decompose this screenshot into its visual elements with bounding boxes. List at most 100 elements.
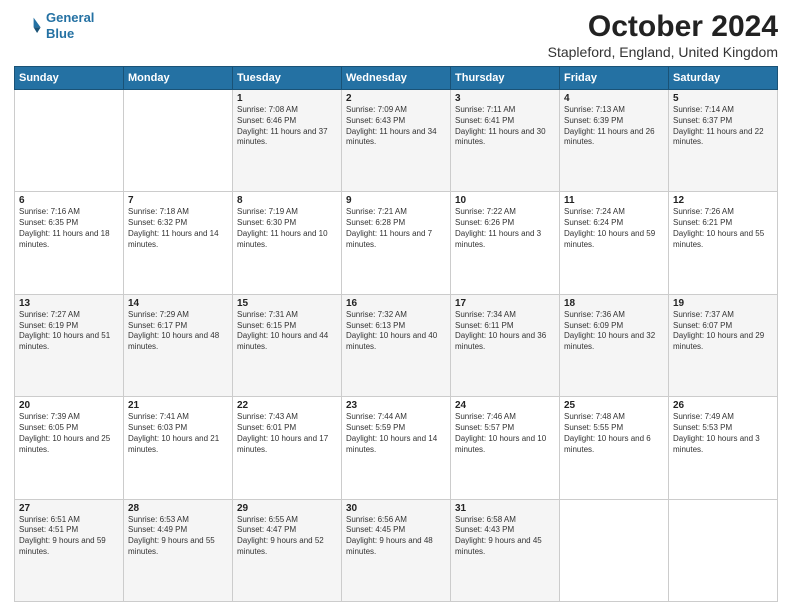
day-info-1-5: Sunrise: 7:24 AM Sunset: 6:24 PM Dayligh… [564, 207, 664, 250]
day-num-0-3: 2 [346, 93, 446, 104]
cell-1-2: 8Sunrise: 7:19 AM Sunset: 6:30 PM Daylig… [233, 192, 342, 294]
day-info-0-5: Sunrise: 7:13 AM Sunset: 6:39 PM Dayligh… [564, 105, 664, 148]
day-info-2-4: Sunrise: 7:34 AM Sunset: 6:11 PM Dayligh… [455, 310, 555, 353]
day-num-4-2: 29 [237, 503, 337, 514]
day-info-0-6: Sunrise: 7:14 AM Sunset: 6:37 PM Dayligh… [673, 105, 773, 148]
cell-2-6: 19Sunrise: 7:37 AM Sunset: 6:07 PM Dayli… [669, 294, 778, 396]
day-info-4-0: Sunrise: 6:51 AM Sunset: 4:51 PM Dayligh… [19, 515, 119, 558]
day-info-2-0: Sunrise: 7:27 AM Sunset: 6:19 PM Dayligh… [19, 310, 119, 353]
calendar-subtitle: Stapleford, England, United Kingdom [548, 44, 778, 60]
day-info-2-6: Sunrise: 7:37 AM Sunset: 6:07 PM Dayligh… [673, 310, 773, 353]
col-tuesday: Tuesday [233, 67, 342, 90]
cell-2-2: 15Sunrise: 7:31 AM Sunset: 6:15 PM Dayli… [233, 294, 342, 396]
col-friday: Friday [560, 67, 669, 90]
day-info-3-3: Sunrise: 7:44 AM Sunset: 5:59 PM Dayligh… [346, 412, 446, 455]
cell-4-5 [560, 499, 669, 601]
logo-icon [14, 12, 42, 40]
week-row-2: 13Sunrise: 7:27 AM Sunset: 6:19 PM Dayli… [15, 294, 778, 396]
day-info-1-0: Sunrise: 7:16 AM Sunset: 6:35 PM Dayligh… [19, 207, 119, 250]
day-info-1-1: Sunrise: 7:18 AM Sunset: 6:32 PM Dayligh… [128, 207, 228, 250]
day-info-3-2: Sunrise: 7:43 AM Sunset: 6:01 PM Dayligh… [237, 412, 337, 455]
day-num-0-2: 1 [237, 93, 337, 104]
day-info-2-2: Sunrise: 7:31 AM Sunset: 6:15 PM Dayligh… [237, 310, 337, 353]
cell-0-3: 2Sunrise: 7:09 AM Sunset: 6:43 PM Daylig… [342, 90, 451, 192]
day-num-0-6: 5 [673, 93, 773, 104]
day-num-1-6: 12 [673, 195, 773, 206]
day-num-3-0: 20 [19, 400, 119, 411]
week-row-1: 6Sunrise: 7:16 AM Sunset: 6:35 PM Daylig… [15, 192, 778, 294]
day-num-2-4: 17 [455, 298, 555, 309]
day-info-4-1: Sunrise: 6:53 AM Sunset: 4:49 PM Dayligh… [128, 515, 228, 558]
logo-line1: General [46, 10, 94, 26]
cell-2-3: 16Sunrise: 7:32 AM Sunset: 6:13 PM Dayli… [342, 294, 451, 396]
day-num-2-2: 15 [237, 298, 337, 309]
col-wednesday: Wednesday [342, 67, 451, 90]
logo-text: General Blue [46, 10, 94, 41]
col-sunday: Sunday [15, 67, 124, 90]
day-info-0-4: Sunrise: 7:11 AM Sunset: 6:41 PM Dayligh… [455, 105, 555, 148]
cell-3-5: 25Sunrise: 7:48 AM Sunset: 5:55 PM Dayli… [560, 397, 669, 499]
day-info-4-4: Sunrise: 6:58 AM Sunset: 4:43 PM Dayligh… [455, 515, 555, 558]
day-num-3-1: 21 [128, 400, 228, 411]
day-info-1-6: Sunrise: 7:26 AM Sunset: 6:21 PM Dayligh… [673, 207, 773, 250]
day-num-1-0: 6 [19, 195, 119, 206]
day-info-2-3: Sunrise: 7:32 AM Sunset: 6:13 PM Dayligh… [346, 310, 446, 353]
week-row-4: 27Sunrise: 6:51 AM Sunset: 4:51 PM Dayli… [15, 499, 778, 601]
day-info-0-3: Sunrise: 7:09 AM Sunset: 6:43 PM Dayligh… [346, 105, 446, 148]
cell-4-4: 31Sunrise: 6:58 AM Sunset: 4:43 PM Dayli… [451, 499, 560, 601]
cell-3-2: 22Sunrise: 7:43 AM Sunset: 6:01 PM Dayli… [233, 397, 342, 499]
cell-1-0: 6Sunrise: 7:16 AM Sunset: 6:35 PM Daylig… [15, 192, 124, 294]
col-thursday: Thursday [451, 67, 560, 90]
cell-1-6: 12Sunrise: 7:26 AM Sunset: 6:21 PM Dayli… [669, 192, 778, 294]
day-num-1-2: 8 [237, 195, 337, 206]
day-num-2-3: 16 [346, 298, 446, 309]
day-info-1-4: Sunrise: 7:22 AM Sunset: 6:26 PM Dayligh… [455, 207, 555, 250]
calendar-body: 1Sunrise: 7:08 AM Sunset: 6:46 PM Daylig… [15, 90, 778, 602]
cell-4-3: 30Sunrise: 6:56 AM Sunset: 4:45 PM Dayli… [342, 499, 451, 601]
day-num-2-6: 19 [673, 298, 773, 309]
cell-2-0: 13Sunrise: 7:27 AM Sunset: 6:19 PM Dayli… [15, 294, 124, 396]
cell-0-4: 3Sunrise: 7:11 AM Sunset: 6:41 PM Daylig… [451, 90, 560, 192]
cell-4-6 [669, 499, 778, 601]
day-info-4-2: Sunrise: 6:55 AM Sunset: 4:47 PM Dayligh… [237, 515, 337, 558]
day-num-4-0: 27 [19, 503, 119, 514]
day-num-2-0: 13 [19, 298, 119, 309]
cell-1-5: 11Sunrise: 7:24 AM Sunset: 6:24 PM Dayli… [560, 192, 669, 294]
day-num-3-3: 23 [346, 400, 446, 411]
day-num-1-5: 11 [564, 195, 664, 206]
header-row: Sunday Monday Tuesday Wednesday Thursday… [15, 67, 778, 90]
page: General Blue October 2024 Stapleford, En… [0, 0, 792, 612]
day-num-0-4: 3 [455, 93, 555, 104]
day-info-4-3: Sunrise: 6:56 AM Sunset: 4:45 PM Dayligh… [346, 515, 446, 558]
day-num-4-3: 30 [346, 503, 446, 514]
day-info-3-0: Sunrise: 7:39 AM Sunset: 6:05 PM Dayligh… [19, 412, 119, 455]
day-num-4-1: 28 [128, 503, 228, 514]
header: General Blue October 2024 Stapleford, En… [14, 10, 778, 60]
logo-line2: Blue [46, 26, 94, 42]
cell-3-0: 20Sunrise: 7:39 AM Sunset: 6:05 PM Dayli… [15, 397, 124, 499]
cell-1-4: 10Sunrise: 7:22 AM Sunset: 6:26 PM Dayli… [451, 192, 560, 294]
cell-3-1: 21Sunrise: 7:41 AM Sunset: 6:03 PM Dayli… [124, 397, 233, 499]
day-info-3-4: Sunrise: 7:46 AM Sunset: 5:57 PM Dayligh… [455, 412, 555, 455]
title-block: October 2024 Stapleford, England, United… [548, 10, 778, 60]
logo: General Blue [14, 10, 94, 41]
col-monday: Monday [124, 67, 233, 90]
day-num-3-4: 24 [455, 400, 555, 411]
day-info-1-2: Sunrise: 7:19 AM Sunset: 6:30 PM Dayligh… [237, 207, 337, 250]
cell-0-1 [124, 90, 233, 192]
week-row-3: 20Sunrise: 7:39 AM Sunset: 6:05 PM Dayli… [15, 397, 778, 499]
calendar-header: Sunday Monday Tuesday Wednesday Thursday… [15, 67, 778, 90]
cell-4-0: 27Sunrise: 6:51 AM Sunset: 4:51 PM Dayli… [15, 499, 124, 601]
cell-0-2: 1Sunrise: 7:08 AM Sunset: 6:46 PM Daylig… [233, 90, 342, 192]
cell-1-1: 7Sunrise: 7:18 AM Sunset: 6:32 PM Daylig… [124, 192, 233, 294]
day-num-1-1: 7 [128, 195, 228, 206]
cell-2-4: 17Sunrise: 7:34 AM Sunset: 6:11 PM Dayli… [451, 294, 560, 396]
cell-2-5: 18Sunrise: 7:36 AM Sunset: 6:09 PM Dayli… [560, 294, 669, 396]
calendar-table: Sunday Monday Tuesday Wednesday Thursday… [14, 66, 778, 602]
day-info-3-5: Sunrise: 7:48 AM Sunset: 5:55 PM Dayligh… [564, 412, 664, 455]
day-info-2-1: Sunrise: 7:29 AM Sunset: 6:17 PM Dayligh… [128, 310, 228, 353]
day-info-2-5: Sunrise: 7:36 AM Sunset: 6:09 PM Dayligh… [564, 310, 664, 353]
day-info-1-3: Sunrise: 7:21 AM Sunset: 6:28 PM Dayligh… [346, 207, 446, 250]
day-num-4-4: 31 [455, 503, 555, 514]
day-num-3-2: 22 [237, 400, 337, 411]
